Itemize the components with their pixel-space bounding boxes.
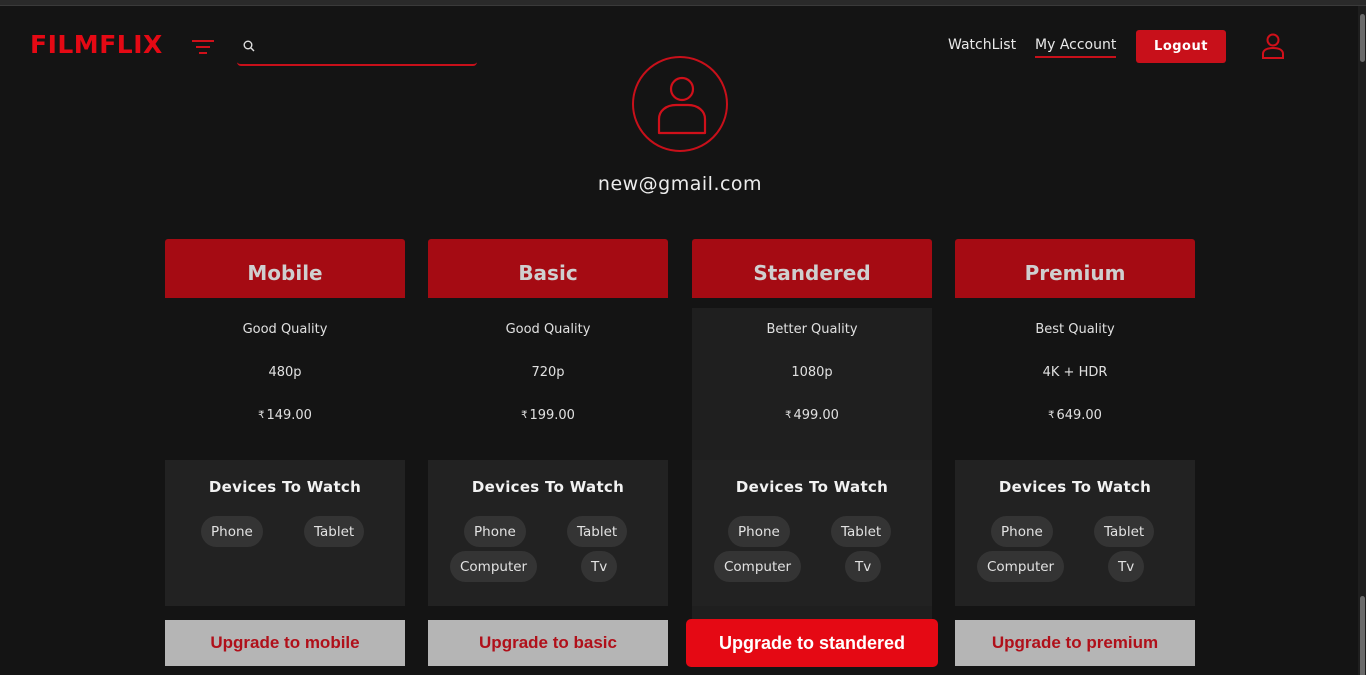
search-icon (243, 40, 255, 52)
device-chip-phone: Phone (464, 516, 526, 547)
upgrade-standered-button[interactable]: Upgrade to standered (686, 619, 938, 667)
plan-card-standered: Standered Better Quality 1080p ₹499.00 D… (692, 239, 932, 630)
plan-details: Good Quality 480p ₹149.00 (165, 308, 405, 460)
plan-title: Basic (428, 239, 668, 298)
plan-card-premium: Premium Best Quality 4K + HDR ₹649.00 De… (955, 239, 1195, 606)
account-email: new@gmail.com (597, 173, 763, 195)
rupee-symbol: ₹ (258, 410, 265, 421)
device-chip-phone: Phone (991, 516, 1053, 547)
device-chip-tablet: Tablet (831, 516, 892, 547)
devices-section: Devices To Watch Phone Tablet (165, 460, 405, 606)
scrollbar-thumb-top[interactable] (1360, 14, 1365, 62)
rupee-symbol: ₹ (1048, 410, 1055, 421)
device-chip-tv: Tv (1108, 551, 1145, 582)
plan-details: Best Quality 4K + HDR ₹649.00 (955, 308, 1195, 460)
plan-resolution: 480p (268, 365, 302, 380)
device-chip-phone: Phone (728, 516, 790, 547)
plan-price: ₹149.00 (165, 394, 405, 437)
devices-section: Devices To Watch Phone Tablet Computer T… (692, 460, 932, 606)
devices-title: Devices To Watch (471, 478, 625, 496)
plan-resolution: 4K + HDR (1042, 365, 1108, 380)
device-chip-tablet: Tablet (304, 516, 365, 547)
filter-icon[interactable] (192, 40, 216, 56)
price-value: 649.00 (1056, 408, 1102, 423)
devices-title: Devices To Watch (998, 478, 1152, 496)
plan-card-mobile: Mobile Good Quality 480p ₹149.00 Devices… (165, 239, 405, 606)
device-chip-computer: Computer (714, 551, 802, 582)
device-chip-tv: Tv (581, 551, 618, 582)
plan-resolution: 1080p (791, 365, 833, 380)
devices-title: Devices To Watch (735, 478, 889, 496)
nav-watchlist-link[interactable]: WatchList (948, 37, 1016, 53)
plan-card-basic: Basic Good Quality 720p ₹199.00 Devices … (428, 239, 668, 606)
plan-title: Standered (692, 239, 932, 298)
plan-quality: Better Quality (766, 322, 858, 337)
device-chip-computer: Computer (977, 551, 1065, 582)
devices-section: Devices To Watch Phone Tablet Computer T… (428, 460, 668, 606)
plan-title: Mobile (165, 239, 405, 298)
upgrade-basic-button[interactable]: Upgrade to basic (428, 620, 668, 666)
device-chip-computer: Computer (450, 551, 538, 582)
device-chip-tv: Tv (845, 551, 882, 582)
device-chip-tablet: Tablet (1094, 516, 1155, 547)
device-chip-phone: Phone (201, 516, 263, 547)
nav-my-account-link[interactable]: My Account (1035, 37, 1117, 58)
plan-details: Good Quality 720p ₹199.00 (428, 308, 668, 460)
search-input[interactable] (261, 36, 471, 60)
upgrade-mobile-button[interactable]: Upgrade to mobile (165, 620, 405, 666)
plan-quality: Good Quality (505, 322, 591, 337)
price-value: 199.00 (529, 408, 575, 423)
plan-quality: Good Quality (242, 322, 328, 337)
plan-details: Better Quality 1080p ₹499.00 (692, 308, 932, 460)
plan-quality: Best Quality (1035, 322, 1115, 337)
logout-button[interactable]: Logout (1136, 30, 1226, 63)
browser-top-edge (0, 0, 1366, 6)
plan-price: ₹199.00 (428, 394, 668, 437)
site-logo[interactable]: FILMFLIX (30, 30, 163, 59)
price-value: 149.00 (266, 408, 312, 423)
plan-price: ₹649.00 (955, 394, 1195, 437)
device-chip-tablet: Tablet (567, 516, 628, 547)
rupee-symbol: ₹ (785, 410, 792, 421)
price-value: 499.00 (793, 408, 839, 423)
user-icon[interactable] (1261, 33, 1285, 59)
plan-title: Premium (955, 239, 1195, 298)
user-avatar-icon (632, 56, 728, 152)
plan-resolution: 720p (531, 365, 565, 380)
devices-section: Devices To Watch Phone Tablet Computer T… (955, 460, 1195, 606)
search-bar[interactable] (237, 30, 477, 66)
devices-title: Devices To Watch (208, 478, 362, 496)
plan-price: ₹499.00 (692, 394, 932, 437)
scrollbar-thumb[interactable] (1360, 596, 1365, 675)
scrollbar[interactable] (1358, 6, 1366, 675)
rupee-symbol: ₹ (521, 410, 528, 421)
upgrade-premium-button[interactable]: Upgrade to premium (955, 620, 1195, 666)
